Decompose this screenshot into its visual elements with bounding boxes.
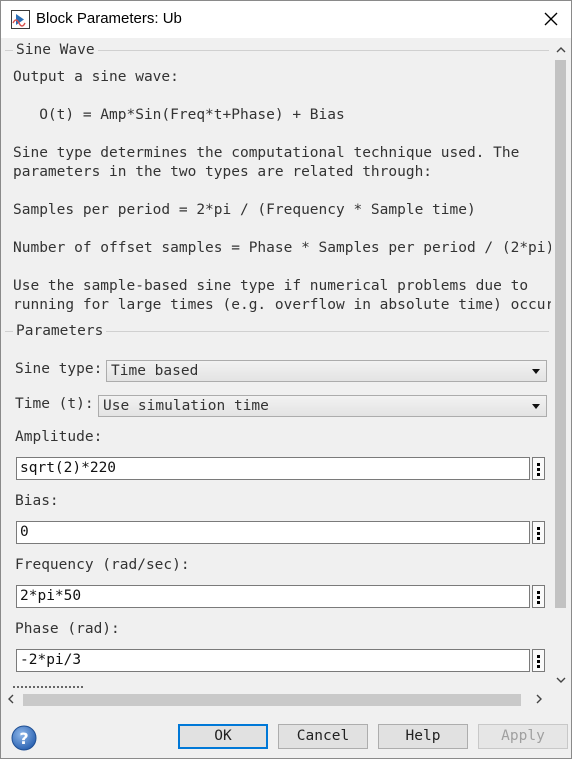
amplitude-value: sqrt(2)*220	[20, 460, 117, 476]
bias-label: Bias:	[15, 493, 59, 509]
time-value: Use simulation time	[103, 398, 269, 414]
sine-type-value: Time based	[111, 363, 199, 379]
window-title: Block Parameters: Ub	[36, 10, 182, 27]
chevron-down-icon	[532, 404, 540, 409]
scroll-right-icon[interactable]	[535, 694, 543, 704]
description-line: Use the sample-based sine type if numeri…	[13, 278, 529, 294]
scroll-left-icon[interactable]	[7, 694, 15, 704]
frequency-label: Frequency (rad/sec):	[15, 557, 190, 573]
amplitude-field[interactable]: sqrt(2)*220	[16, 457, 530, 480]
horizontal-scrollbar[interactable]	[1, 690, 551, 708]
amplitude-label: Amplitude:	[15, 429, 103, 445]
simulink-block-icon	[11, 10, 30, 29]
frequency-value: 2*pi*50	[20, 588, 82, 604]
description-line: Samples per period = 2*pi / (Frequency *…	[13, 202, 476, 218]
more-vertical-icon[interactable]	[532, 457, 545, 480]
sine-type-label: Sine type:	[15, 361, 103, 377]
parameters-scroll-area[interactable]: Sine Wave Output a sine wave: O(t) = Amp…	[1, 38, 571, 714]
description-formula: O(t) = Amp*Sin(Freq*t+Phase) + Bias	[13, 107, 345, 123]
vertical-scroll-thumb[interactable]	[555, 60, 566, 608]
title-bar[interactable]: Block Parameters: Ub	[1, 1, 571, 38]
svg-text:?: ?	[19, 729, 28, 748]
cancel-button[interactable]: Cancel	[278, 724, 368, 749]
chevron-down-icon	[532, 369, 540, 374]
parameters-group-title: Parameters	[13, 323, 107, 339]
frequency-field[interactable]: 2*pi*50	[16, 585, 530, 608]
description-line: Sine type determines the computational t…	[13, 145, 520, 161]
description-line: parameters in the two types are related …	[13, 164, 433, 180]
more-vertical-icon[interactable]	[532, 521, 545, 544]
parameters-group: Parameters	[5, 323, 549, 692]
block-parameters-dialog: Block Parameters: Ub Sine Wave Output a …	[0, 0, 572, 759]
close-icon[interactable]	[541, 9, 561, 29]
button-bar: ? OK Cancel Help Apply	[1, 714, 571, 758]
scroll-up-icon[interactable]	[556, 46, 566, 54]
apply-button[interactable]: Apply	[478, 724, 568, 749]
sine-type-dropdown[interactable]: Time based	[106, 360, 547, 382]
phase-value: -2*pi/3	[20, 652, 82, 668]
more-vertical-icon[interactable]	[532, 585, 545, 608]
help-question-icon[interactable]: ?	[11, 725, 37, 751]
more-vertical-icon[interactable]	[532, 649, 545, 672]
horizontal-scroll-thumb[interactable]	[23, 694, 521, 706]
time-dropdown[interactable]: Use simulation time	[98, 395, 547, 417]
sine-wave-group-title: Sine Wave	[13, 42, 98, 58]
bias-field[interactable]: 0	[16, 521, 530, 544]
description-line: Output a sine wave:	[13, 69, 179, 85]
vertical-scrollbar[interactable]	[551, 38, 571, 714]
phase-field[interactable]: -2*pi/3	[16, 649, 530, 672]
phase-label: Phase (rad):	[15, 621, 120, 637]
scroll-down-icon[interactable]	[556, 676, 566, 684]
bias-value: 0	[20, 524, 29, 540]
ok-button[interactable]: OK	[178, 724, 268, 749]
help-button[interactable]: Help	[378, 724, 468, 749]
time-label: Time (t):	[15, 396, 94, 412]
description-line: running for large times (e.g. overflow i…	[13, 297, 563, 313]
description-line: Number of offset samples = Phase * Sampl…	[13, 240, 555, 256]
